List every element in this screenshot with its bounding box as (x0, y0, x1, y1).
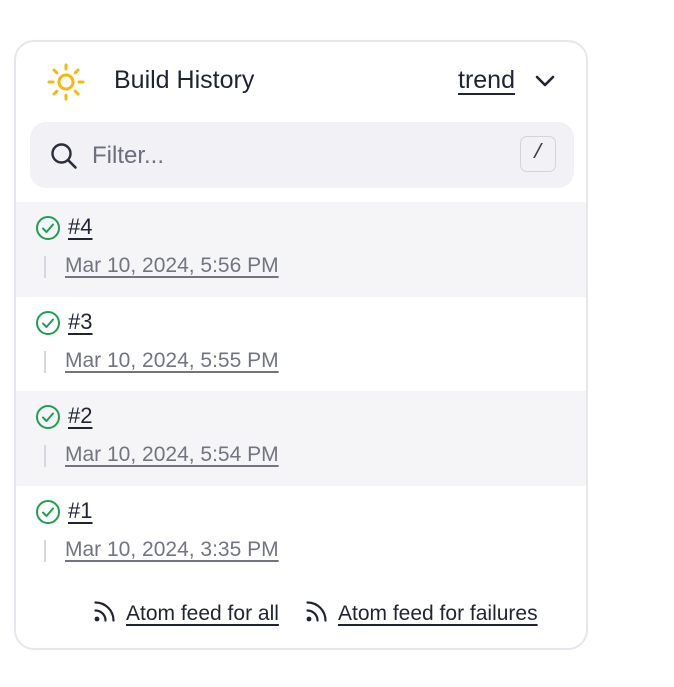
build-number-link[interactable]: #1 (68, 496, 92, 526)
keyboard-shortcut-badge: / (520, 136, 556, 172)
timeline-divider (44, 350, 46, 373)
widget-title: Build History (114, 66, 255, 94)
build-number-link[interactable]: #4 (68, 212, 92, 242)
build-date-link[interactable]: Mar 10, 2024, 3:35 PM (65, 536, 279, 564)
filter-box: / (30, 122, 574, 188)
build-row: #1 Mar 10, 2024, 3:35 PM (16, 486, 586, 581)
build-history-widget: Build History trend / #4 Mar 10, 2024, 5… (14, 40, 588, 650)
check-circle-icon (36, 310, 60, 335)
build-row: #3 Mar 10, 2024, 5:55 PM (16, 297, 586, 392)
build-row: #4 Mar 10, 2024, 5:56 PM (16, 202, 586, 297)
atom-feed-failures-label[interactable]: Atom feed for failures (338, 600, 538, 628)
build-date-link[interactable]: Mar 10, 2024, 5:54 PM (65, 441, 279, 469)
check-circle-icon (36, 405, 60, 429)
rss-icon (94, 601, 115, 622)
build-date-link[interactable]: Mar 10, 2024, 5:55 PM (65, 347, 279, 375)
check-circle-icon (36, 216, 60, 240)
trend-link[interactable]: trend (458, 64, 515, 96)
build-number-link[interactable]: #2 (68, 401, 92, 431)
build-number-link[interactable]: #3 (68, 307, 92, 337)
atom-feed-all-label[interactable]: Atom feed for all (126, 600, 279, 628)
build-list: #4 Mar 10, 2024, 5:56 PM #3 Mar 10, 2024… (16, 202, 586, 580)
rss-icon (306, 601, 327, 622)
search-icon (51, 143, 77, 169)
chevron-down-icon[interactable] (534, 72, 556, 90)
sun-icon (47, 63, 85, 101)
timeline-divider (44, 256, 46, 278)
filter-input[interactable] (90, 136, 494, 176)
timeline-divider (44, 445, 46, 467)
widget-header: Build History trend (16, 42, 586, 118)
feed-links: Atom feed for all Atom feed for failures (16, 596, 586, 636)
build-row: #2 Mar 10, 2024, 5:54 PM (16, 391, 586, 486)
timeline-divider (44, 539, 46, 562)
check-circle-icon (36, 499, 60, 524)
build-date-link[interactable]: Mar 10, 2024, 5:56 PM (65, 252, 279, 280)
